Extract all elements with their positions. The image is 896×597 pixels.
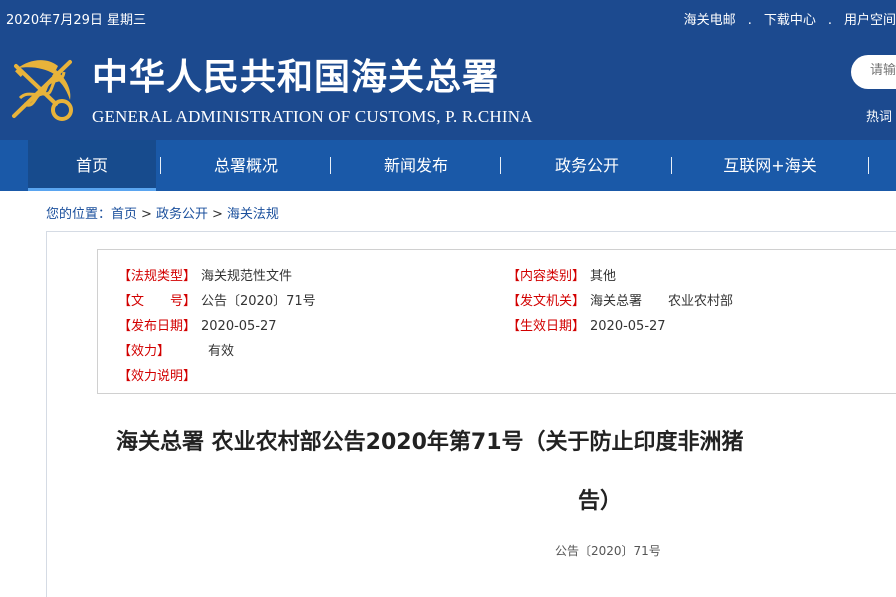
current-date: 2020年7月29日 星期三: [6, 13, 147, 28]
nav-item-internet-plus[interactable]: 互联网+海关: [700, 140, 840, 191]
meta-law-type: 【法规类型】 海关规范性文件: [118, 265, 292, 284]
search-box[interactable]: [851, 55, 896, 89]
breadcrumb-gov-affairs[interactable]: 政务公开: [156, 207, 208, 222]
meta-issuing-org: 【发文机关】 海关总署 农业农村部: [507, 290, 733, 309]
site-title-cn: 中华人民共和国海关总署: [92, 56, 500, 98]
meta-issuing-org-value: 海关总署 农业农村部: [590, 294, 734, 309]
breadcrumb-separator: >: [141, 207, 152, 222]
breadcrumb-home[interactable]: 首页: [111, 207, 137, 222]
nav-item-overview[interactable]: 总署概况: [186, 140, 306, 191]
nav-separator: [160, 157, 161, 174]
meta-issuing-org-label: 【发文机关】: [507, 294, 586, 309]
meta-publish-date-value: 2020-05-27: [201, 319, 277, 334]
document-number: 公告〔2020〕71号: [555, 544, 661, 558]
meta-law-type-label: 【法规类型】: [118, 269, 197, 284]
meta-content-category-label: 【内容类别】: [507, 269, 586, 284]
meta-validity-note-label: 【效力说明】: [118, 369, 197, 384]
nav-separator: [330, 157, 331, 174]
meta-content-category-value: 其他: [590, 269, 617, 284]
nav-separator: [500, 157, 501, 174]
download-center-link[interactable]: 下载中心: [764, 13, 816, 28]
email-link[interactable]: 海关电邮: [684, 13, 736, 28]
top-link-separator: .: [747, 13, 752, 28]
meta-validity-label: 【效力】: [118, 344, 171, 359]
breadcrumb: 您的位置：首页 > 政务公开 > 海关法规: [46, 203, 279, 222]
meta-doc-number: 【文 号】 公告〔2020〕71号: [118, 290, 316, 309]
breadcrumb-prefix: 您的位置：: [46, 207, 112, 222]
meta-doc-number-value: 公告〔2020〕71号: [201, 294, 316, 309]
main-nav: 首页 总署概况 新闻发布 政务公开 互联网+海关: [0, 140, 896, 191]
breadcrumb-customs-regulations[interactable]: 海关法规: [227, 207, 279, 222]
document-title-continued: 告）: [578, 489, 623, 514]
meta-law-type-value: 海关规范性文件: [201, 269, 293, 284]
meta-effective-date: 【生效日期】 2020-05-27: [507, 315, 666, 334]
document-title: 海关总署 农业农村部公告2020年第71号（关于防止印度非洲猪: [116, 430, 744, 455]
meta-validity-note: 【效力说明】: [118, 365, 196, 384]
meta-effective-date-value: 2020-05-27: [590, 319, 666, 334]
meta-doc-number-label: 【文 号】: [118, 294, 197, 309]
meta-effective-date-label: 【生效日期】: [507, 319, 586, 334]
search-input[interactable]: [870, 63, 896, 78]
nav-separator: [868, 157, 869, 174]
nav-item-home[interactable]: 首页: [28, 140, 156, 191]
breadcrumb-separator: >: [211, 207, 223, 222]
meta-content-category: 【内容类别】 其他: [507, 265, 616, 284]
hot-words-label[interactable]: 热词: [866, 106, 892, 125]
nav-item-gov-affairs[interactable]: 政务公开: [527, 140, 647, 191]
top-link-separator: .: [827, 13, 832, 28]
nav-separator: [671, 157, 672, 174]
user-space-link[interactable]: 用户空间: [844, 13, 896, 28]
nav-item-news[interactable]: 新闻发布: [356, 140, 476, 191]
meta-publish-date-label: 【发布日期】: [118, 319, 197, 334]
customs-emblem-icon[interactable]: [6, 52, 80, 126]
meta-validity: 【效力】 有效: [118, 340, 234, 359]
top-links: 海关电邮. 下载中心. 用户空间: [684, 9, 896, 28]
top-bar: 2020年7月29日 星期三 海关电邮. 下载中心. 用户空间: [0, 0, 896, 33]
meta-validity-value: 有效: [208, 344, 235, 359]
meta-publish-date: 【发布日期】 2020-05-27: [118, 315, 277, 334]
site-title-en: GENERAL ADMINISTRATION OF CUSTOMS, P. R.…: [92, 107, 533, 126]
site-header: 2020年7月29日 星期三 海关电邮. 下载中心. 用户空间 中华人民共和国海关总…: [0, 0, 896, 140]
